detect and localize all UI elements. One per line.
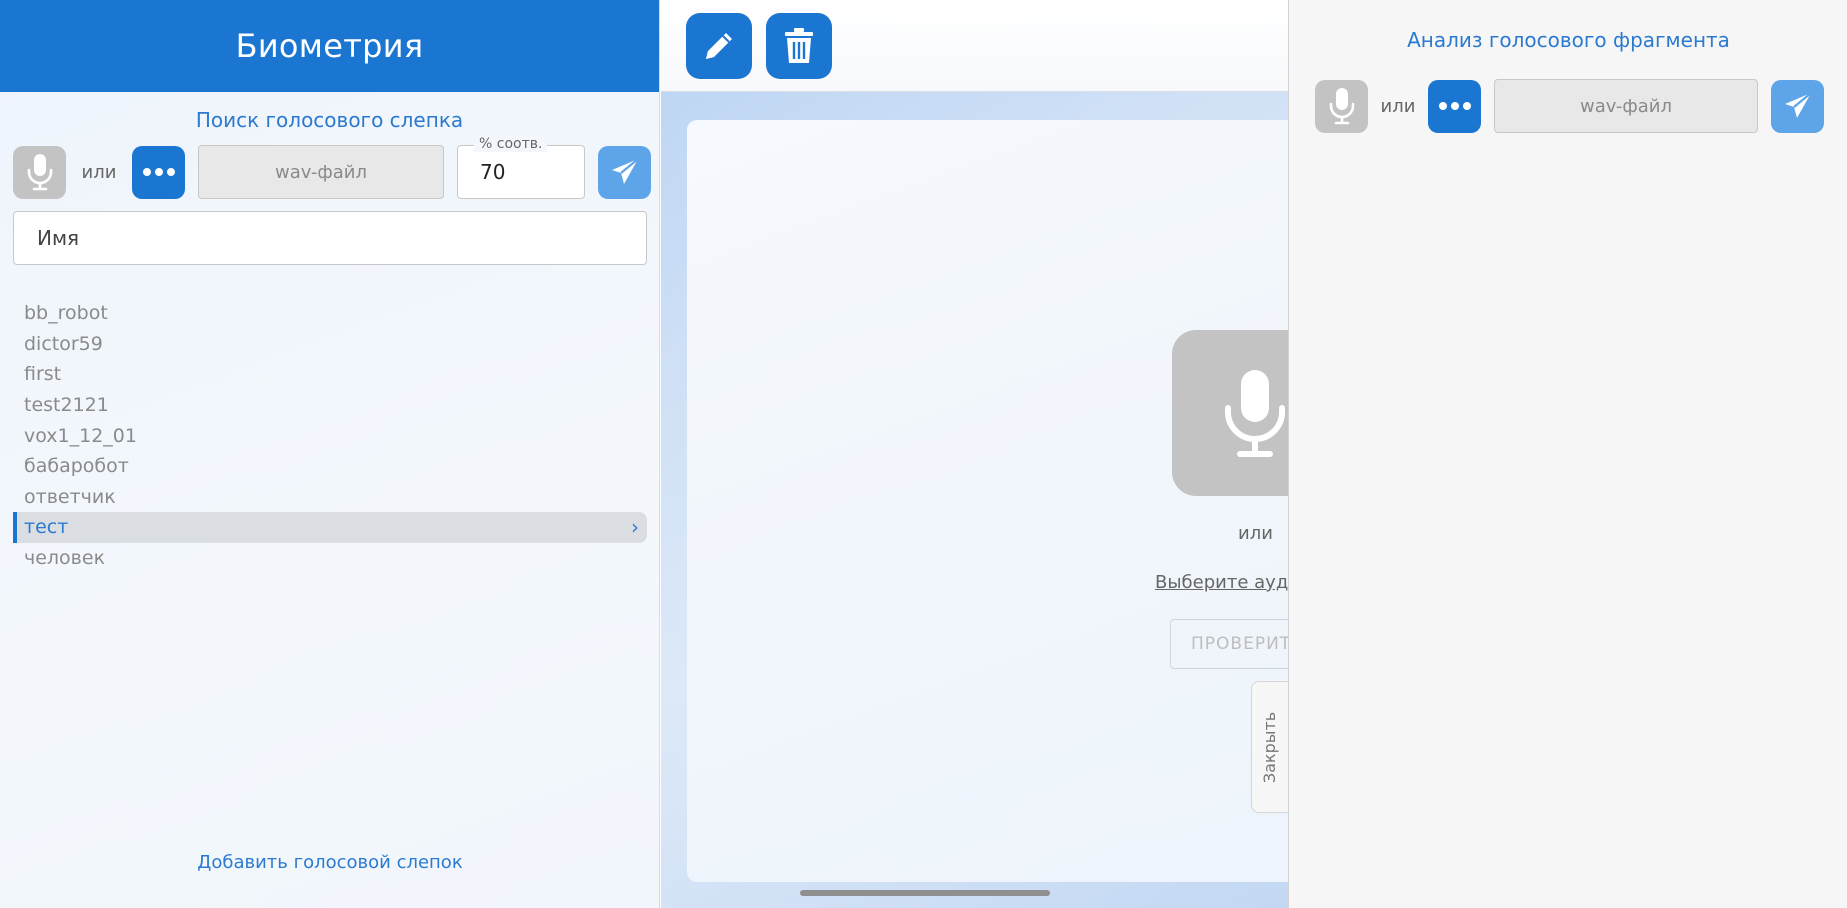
or-label: или (81, 161, 117, 183)
voice-analysis-panel: Анализ голосового фрагмента или wav-файл (1288, 0, 1847, 908)
more-dots-icon (1438, 102, 1471, 110)
name-search-input[interactable]: Имя (13, 211, 647, 265)
home-indicator (800, 890, 1050, 896)
analysis-title: Анализ голосового фрагмента (1407, 28, 1730, 52)
list-item[interactable]: бабаробот (13, 451, 647, 482)
check-button[interactable]: ПРОВЕРИТЬ (1170, 619, 1288, 669)
pencil-icon (706, 33, 732, 59)
microphone-icon (1225, 370, 1285, 457)
toolbar (661, 0, 1288, 92)
paper-plane-icon (611, 158, 639, 184)
list-item-selected[interactable]: тест › (13, 512, 647, 543)
browse-file-button[interactable] (132, 145, 185, 199)
match-percent-label: % соотв. (474, 136, 548, 152)
search-voiceprint-title: Поиск голосового слепка (195, 108, 464, 132)
or-label: или (1238, 523, 1273, 544)
paper-plane-icon (1784, 92, 1812, 118)
sidebar-title: Биометрия (235, 27, 424, 65)
microphone-icon (27, 154, 52, 191)
edit-button[interactable] (686, 13, 752, 79)
list-item[interactable]: dictor59 (13, 329, 647, 360)
match-percent-value: 70 (480, 160, 506, 184)
sidebar-header: Биометрия (0, 0, 659, 92)
choose-audio-link[interactable]: Выберите аудио (1155, 572, 1288, 593)
verify-mic-button[interactable] (1172, 330, 1288, 496)
analysis-send-button[interactable] (1771, 79, 1824, 133)
list-item[interactable]: человек (13, 543, 647, 574)
list-item[interactable]: bb_robot (13, 298, 647, 329)
add-voiceprint-link[interactable]: Добавить голосовой слепок (0, 852, 660, 873)
name-placeholder: Имя (37, 226, 80, 250)
wav-file-placeholder: wav-файл (274, 161, 368, 183)
list-item[interactable]: vox1_12_01 (13, 420, 647, 451)
match-percent-input[interactable]: % соотв. 70 (457, 136, 585, 199)
or-label: или (1380, 95, 1416, 117)
verification-card (687, 120, 1288, 882)
chevron-right-icon: › (631, 515, 639, 540)
close-tab-label: Закрыть (1260, 711, 1280, 783)
list-item[interactable]: test2121 (13, 390, 647, 421)
list-item[interactable]: first (13, 359, 647, 390)
send-search-button[interactable] (598, 145, 651, 199)
analysis-wav-field[interactable]: wav-файл (1494, 79, 1758, 133)
record-mic-button[interactable] (13, 145, 66, 199)
more-dots-icon (142, 168, 175, 176)
analysis-browse-button[interactable] (1428, 79, 1481, 133)
biometry-sidebar: Биометрия Поиск голосового слепка или wa… (0, 0, 660, 908)
microphone-icon (1329, 88, 1354, 125)
wav-file-field[interactable]: wav-файл (198, 145, 444, 199)
trash-icon (785, 28, 813, 63)
analysis-controls-row: или wav-файл (1315, 79, 1835, 133)
main-content: или Выберите аудио ПРОВЕРИТЬ Закрыть (661, 0, 1288, 908)
analysis-mic-button[interactable] (1315, 79, 1368, 133)
search-controls-row: или wav-файл % соотв. 70 (13, 136, 651, 199)
wav-file-placeholder: wav-файл (1579, 95, 1673, 117)
list-item[interactable]: ответчик (13, 482, 647, 513)
delete-button[interactable] (766, 13, 832, 79)
close-panel-tab[interactable]: Закрыть (1251, 681, 1288, 813)
voiceprint-list: bb_robot dictor59 first test2121 vox1_12… (13, 298, 647, 573)
